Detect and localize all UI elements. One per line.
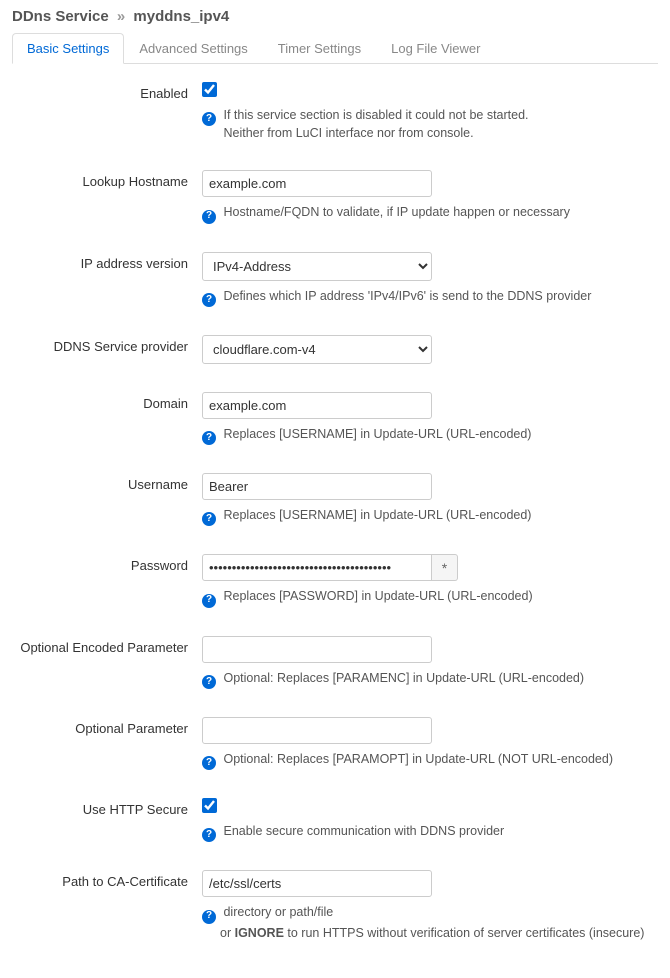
- https-checkbox[interactable]: [202, 798, 217, 813]
- paramenc-label: Optional Encoded Parameter: [12, 636, 202, 689]
- password-help: ? Replaces [PASSWORD] in Update-URL (URL…: [202, 587, 658, 607]
- help-icon: ?: [202, 828, 216, 842]
- paramopt-input[interactable]: [202, 717, 432, 744]
- domain-label: Domain: [12, 392, 202, 445]
- tabs: Basic Settings Advanced Settings Timer S…: [12, 33, 658, 64]
- tab-timer-settings[interactable]: Timer Settings: [263, 33, 376, 64]
- help-icon: ?: [202, 910, 216, 924]
- https-help: ? Enable secure communication with DDNS …: [202, 822, 658, 842]
- cacert-input[interactable]: [202, 870, 432, 897]
- enabled-help: ? If this service section is disabled it…: [202, 106, 658, 142]
- enabled-label: Enabled: [12, 82, 202, 142]
- cacert-label: Path to CA-Certificate: [12, 870, 202, 941]
- help-icon: ?: [202, 112, 216, 126]
- paramopt-help: ? Optional: Replaces [PARAMOPT] in Updat…: [202, 750, 658, 770]
- tab-basic-settings[interactable]: Basic Settings: [12, 33, 124, 64]
- help-icon: ?: [202, 512, 216, 526]
- enabled-checkbox[interactable]: [202, 82, 217, 97]
- title-name: myddns_ipv4: [133, 8, 229, 25]
- provider-select[interactable]: cloudflare.com-v4: [202, 335, 432, 364]
- password-label: Password: [12, 554, 202, 607]
- title-sep: »: [117, 8, 125, 25]
- lookup-hostname-help: ? Hostname/FQDN to validate, if IP updat…: [202, 203, 658, 223]
- tab-advanced-settings[interactable]: Advanced Settings: [124, 33, 262, 64]
- tab-log-file-viewer[interactable]: Log File Viewer: [376, 33, 495, 64]
- username-help: ? Replaces [USERNAME] in Update-URL (URL…: [202, 506, 658, 526]
- paramenc-input[interactable]: [202, 636, 432, 663]
- domain-input[interactable]: [202, 392, 432, 419]
- paramopt-label: Optional Parameter: [12, 717, 202, 770]
- cacert-help: ? directory or path/file or IGNORE to ru…: [202, 903, 658, 941]
- lookup-hostname-input[interactable]: [202, 170, 432, 197]
- username-input[interactable]: [202, 473, 432, 500]
- help-icon: ?: [202, 210, 216, 224]
- https-label: Use HTTP Secure: [12, 798, 202, 842]
- title-service: DDns Service: [12, 8, 109, 25]
- page-title: DDns Service » myddns_ipv4: [12, 8, 658, 25]
- help-icon: ?: [202, 675, 216, 689]
- paramenc-help: ? Optional: Replaces [PARAMENC] in Updat…: [202, 669, 658, 689]
- ip-version-label: IP address version: [12, 252, 202, 307]
- provider-label: DDNS Service provider: [12, 335, 202, 364]
- help-icon: ?: [202, 756, 216, 770]
- username-label: Username: [12, 473, 202, 526]
- help-icon: ?: [202, 293, 216, 307]
- password-input[interactable]: [202, 554, 432, 581]
- ip-version-help: ? Defines which IP address 'IPv4/IPv6' i…: [202, 287, 658, 307]
- ip-version-select[interactable]: IPv4-Address: [202, 252, 432, 281]
- lookup-hostname-label: Lookup Hostname: [12, 170, 202, 223]
- help-icon: ?: [202, 594, 216, 608]
- password-reveal-button[interactable]: *: [432, 554, 458, 581]
- help-icon: ?: [202, 431, 216, 445]
- domain-help: ? Replaces [USERNAME] in Update-URL (URL…: [202, 425, 658, 445]
